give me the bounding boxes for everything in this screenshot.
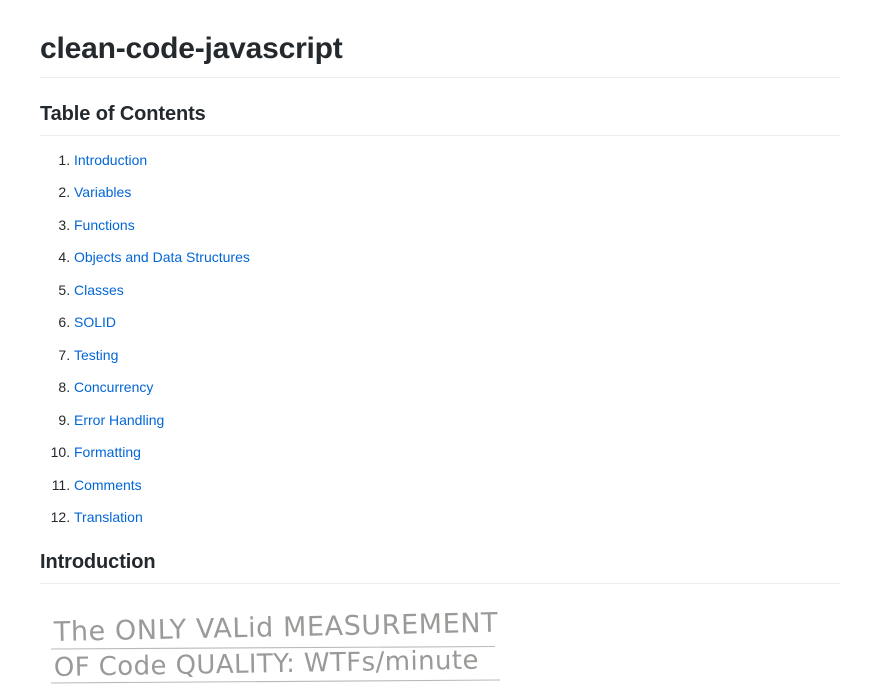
toc-link-comments[interactable]: Comments [74, 477, 142, 493]
toc-link-objects-and-data-structures[interactable]: Objects and Data Structures [74, 249, 250, 265]
toc-link-testing[interactable]: Testing [74, 347, 118, 363]
toc-link-introduction[interactable]: Introduction [74, 152, 147, 168]
table-of-contents-list: Introduction Variables Functions Objects… [40, 150, 840, 529]
list-item: Formatting [74, 442, 840, 463]
toc-link-concurrency[interactable]: Concurrency [74, 379, 153, 395]
list-item: Error Handling [74, 410, 840, 431]
list-item: Introduction [74, 150, 840, 171]
list-item: Comments [74, 475, 840, 496]
table-of-contents-heading: Table of Contents [40, 102, 840, 136]
toc-link-solid[interactable]: SOLID [74, 314, 116, 330]
list-item: Variables [74, 182, 840, 203]
introduction-figure-block: The ONLY VALid MEASUREMENT OF Code QUALI… [40, 599, 840, 699]
list-item: Objects and Data Structures [74, 247, 840, 268]
list-item: Classes [74, 280, 840, 301]
handwritten-quote-image: The ONLY VALid MEASUREMENT OF Code QUALI… [40, 599, 510, 699]
toc-link-error-handling[interactable]: Error Handling [74, 412, 164, 428]
list-item: Translation [74, 507, 840, 528]
toc-link-functions[interactable]: Functions [74, 217, 135, 233]
toc-link-variables[interactable]: Variables [74, 184, 131, 200]
page-title: clean-code-javascript [40, 30, 840, 78]
introduction-heading: Introduction [40, 550, 840, 584]
list-item: SOLID [74, 312, 840, 333]
toc-link-classes[interactable]: Classes [74, 282, 124, 298]
list-item: Testing [74, 345, 840, 366]
readme-container: clean-code-javascript Table of Contents … [0, 0, 880, 699]
list-item: Concurrency [74, 377, 840, 398]
toc-link-formatting[interactable]: Formatting [74, 444, 141, 460]
toc-link-translation[interactable]: Translation [74, 509, 143, 525]
list-item: Functions [74, 215, 840, 236]
